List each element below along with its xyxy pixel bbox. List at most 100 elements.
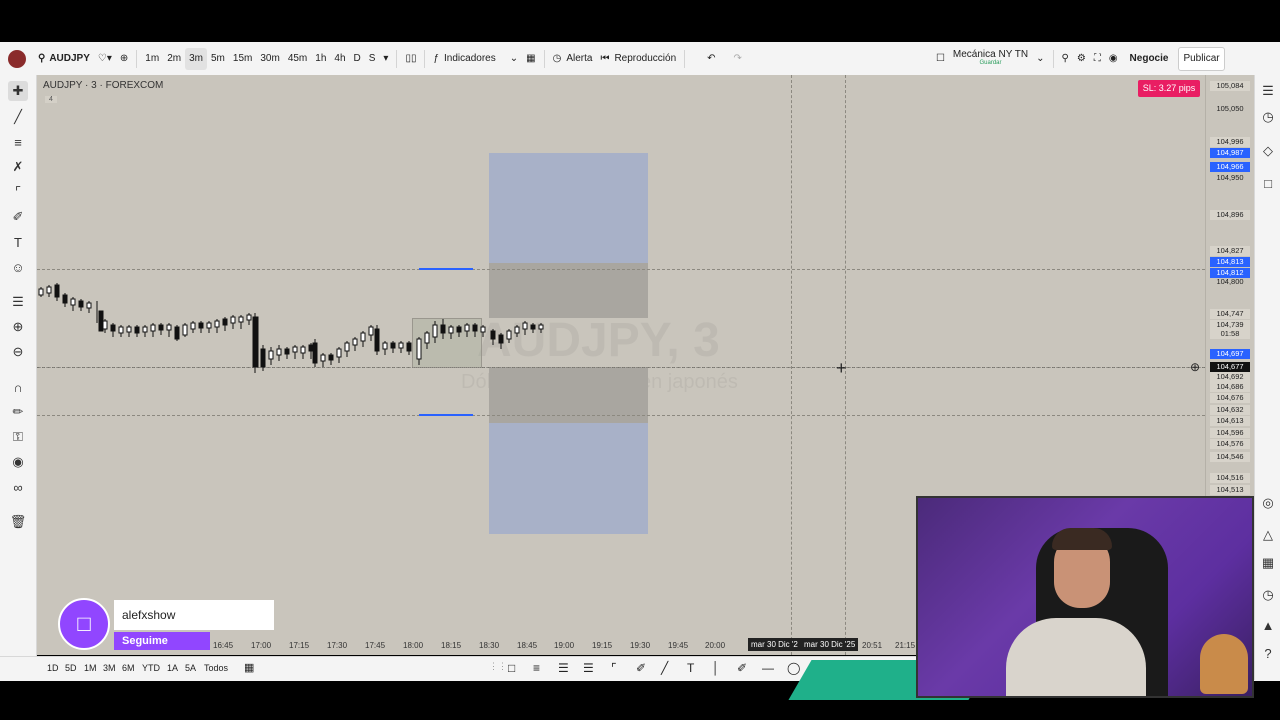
chevron-down-icon: ⌄ — [509, 53, 519, 64]
range-all[interactable]: Todos — [204, 663, 228, 673]
layers-icon[interactable]: ◇ — [1258, 141, 1278, 161]
add-alert-icon[interactable]: ⊕ — [1190, 360, 1200, 374]
time-label: 19:15 — [592, 641, 613, 650]
range-1a[interactable]: 1A — [167, 663, 178, 673]
range-3m[interactable]: 3M — [103, 663, 116, 673]
emoji-icon[interactable]: ☺ — [8, 257, 28, 277]
top-toolbar: ⚲ AUDJPY ♡▾ ⊕ 1m 2m 3m 5m 15m 30m 45m 1h… — [0, 42, 1280, 76]
watchlist-icon[interactable]: ☰ — [1258, 81, 1278, 101]
link-icon[interactable]: ∞ — [8, 477, 28, 497]
trash-icon[interactable]: 🗑 — [8, 512, 28, 532]
bell-icon[interactable]: ▲ — [1258, 615, 1278, 635]
pencil-lock-icon[interactable]: ✏ — [8, 402, 28, 422]
camera-icon[interactable]: ◉ — [1105, 48, 1122, 70]
text-icon[interactable]: T — [8, 232, 28, 252]
interval-3m[interactable]: 3m — [185, 47, 207, 70]
pattern-icon[interactable]: ✗ — [8, 157, 28, 177]
fullscreen-icon[interactable]: ⛶ — [1090, 48, 1105, 70]
range-5d[interactable]: 5D — [65, 663, 77, 673]
redo-icon[interactable]: ↷ — [730, 48, 746, 70]
horizontal-line-icon[interactable]: — — [762, 661, 774, 675]
drag-handle-icon[interactable]: ⋮⋮ — [489, 661, 507, 672]
range-1m[interactable]: 1M — [84, 663, 97, 673]
date-range-icon[interactable]: ▦ — [244, 661, 254, 674]
chat-icon[interactable]: □ — [1258, 173, 1278, 193]
interval-1m[interactable]: 1m — [141, 48, 163, 70]
target-zone-lower[interactable] — [489, 423, 648, 534]
calendar-icon[interactable]: ▦ — [1258, 553, 1278, 573]
interval-d[interactable]: D — [350, 48, 365, 70]
brush-tool-icon[interactable]: ✐ — [636, 661, 646, 675]
vertical-line-icon[interactable]: │ — [712, 661, 720, 675]
hline-lower[interactable] — [37, 415, 1205, 416]
range-5a[interactable]: 5A — [185, 663, 196, 673]
alert-button[interactable]: ◷ Alerta — [549, 48, 597, 70]
interval-4h[interactable]: 4h — [330, 48, 349, 70]
range-1d[interactable]: 1D — [47, 663, 59, 673]
price-label: 104,596 — [1210, 428, 1250, 438]
help-icon[interactable]: ? — [1258, 643, 1278, 663]
publish-button[interactable]: Publicar — [1178, 46, 1225, 71]
lock-icon[interactable]: ⚿ — [8, 427, 28, 447]
symbol-label: AUDJPY — [49, 53, 90, 64]
ruler-icon[interactable]: ☰ — [8, 292, 28, 312]
layout-name-button[interactable]: Mecánica NY TN Guardar — [949, 48, 1032, 70]
layout-checkbox-icon[interactable]: ☐ — [932, 48, 949, 70]
search-icon[interactable]: ⚲ — [1058, 48, 1073, 70]
time-label: 18:15 — [441, 641, 462, 650]
alerts-clock-icon[interactable]: ◷ — [1258, 107, 1278, 127]
replay-icon: ⏮ — [600, 53, 610, 64]
crosshair-icon[interactable]: ✚ — [8, 81, 28, 101]
range-6m[interactable]: 6M — [122, 663, 135, 673]
eraser-icon[interactable]: ✐ — [737, 661, 747, 675]
undo-icon[interactable]: ↶ — [703, 48, 719, 70]
interval-s[interactable]: S — [365, 48, 380, 70]
trendline-icon[interactable]: ╱ — [8, 107, 28, 127]
trade-button[interactable]: Negocie — [1126, 48, 1173, 70]
session-vline-1 — [791, 75, 792, 655]
time-label: 18:45 — [517, 641, 538, 650]
fib-icon[interactable]: ≡ — [8, 132, 28, 152]
interval-30m[interactable]: 30m — [256, 48, 283, 70]
blue-level-lower[interactable] — [419, 414, 473, 416]
text-t-icon[interactable]: T — [687, 661, 694, 675]
interval-dropdown-icon[interactable]: ▾ — [379, 48, 392, 70]
zoom-out-icon[interactable]: ⊖ — [8, 342, 28, 362]
chevron-down-icon[interactable]: ⌄ — [1032, 48, 1048, 70]
notifications-icon[interactable]: ◷ — [1258, 585, 1278, 605]
interval-15m[interactable]: 15m — [229, 48, 256, 70]
eye-icon[interactable]: ◉ — [8, 452, 28, 472]
compare-icon[interactable]: ♡▾ — [94, 48, 116, 70]
circle-tool-icon[interactable]: ◯ — [787, 661, 800, 675]
symbol-search[interactable]: ⚲ AUDJPY — [34, 48, 94, 70]
fib-tool-icon[interactable]: ☰ — [558, 661, 569, 675]
interval-5m[interactable]: 5m — [207, 48, 229, 70]
line-tool-icon[interactable]: ╱ — [661, 661, 668, 675]
indicators-button[interactable]: ƒ Indicadores ⌄ — [429, 48, 522, 70]
add-symbol-icon[interactable]: ⊕ — [116, 48, 132, 70]
candle-type-icon[interactable]: ▯▯ — [401, 48, 420, 70]
interval-45m[interactable]: 45m — [284, 48, 311, 70]
interval-1h[interactable]: 1h — [311, 48, 330, 70]
replay-button[interactable]: ⏮ Reproducción — [596, 48, 680, 70]
target-icon[interactable]: ◎ — [1258, 493, 1278, 513]
templates-icon[interactable]: ▦ — [522, 48, 539, 70]
indicators-label: Indicadores — [444, 53, 496, 64]
interval-2m[interactable]: 2m — [163, 48, 185, 70]
avatar[interactable] — [6, 48, 28, 70]
text-tool-icon[interactable]: ⌜ — [611, 661, 617, 675]
settings-icon[interactable]: ⚙ — [1073, 48, 1090, 70]
time-label: 21:15 — [895, 641, 916, 650]
price-label: 104,692 — [1210, 372, 1250, 382]
channel-tool-icon[interactable]: ☰ — [583, 661, 594, 675]
magnet-icon[interactable]: ∩ — [8, 377, 28, 397]
warning-icon[interactable]: △ — [1258, 525, 1278, 545]
brush-icon[interactable]: ✐ — [8, 207, 28, 227]
text-cursor-icon[interactable]: ⌜ — [8, 182, 28, 202]
zoom-in-icon[interactable]: ⊕ — [8, 317, 28, 337]
list-tool-icon[interactable]: ≡ — [533, 661, 540, 675]
range-ytd[interactable]: YTD — [142, 663, 160, 673]
layout-name: Mecánica NY TN — [952, 48, 1029, 60]
divider — [1052, 49, 1054, 68]
rectangle-tool-icon[interactable]: □ — [508, 661, 515, 675]
